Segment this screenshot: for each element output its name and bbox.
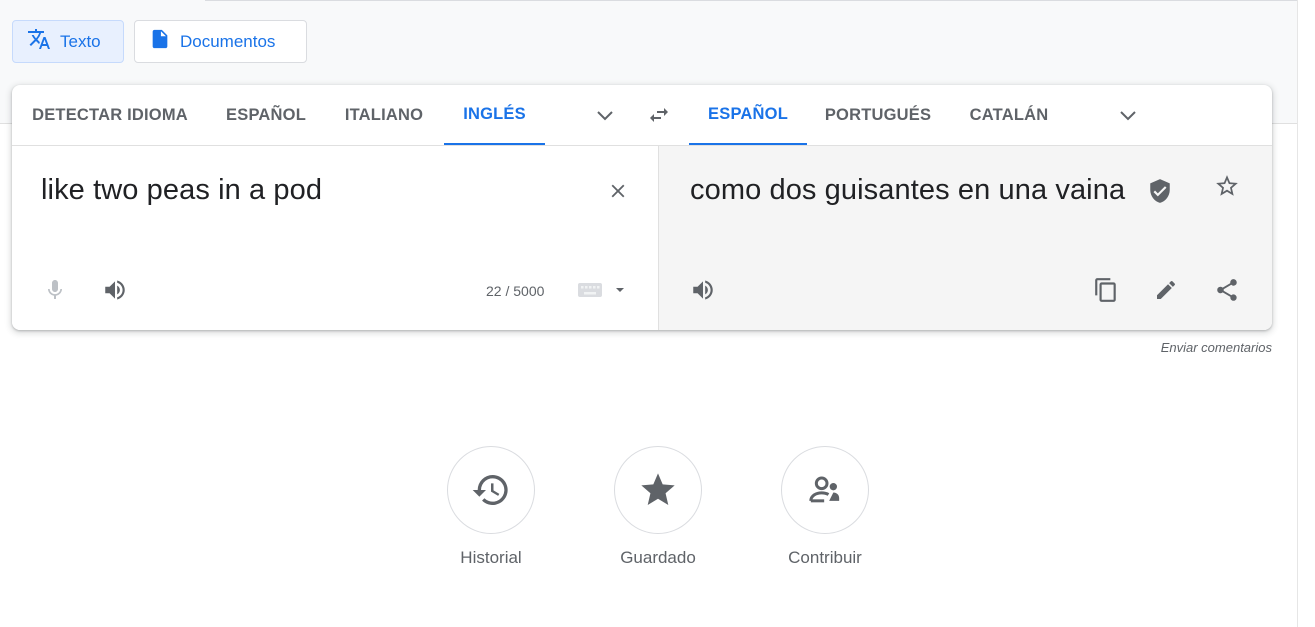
dropdown-arrow-icon: [616, 288, 624, 292]
source-pane[interactable]: like two peas in a pod 22 / 5000: [12, 146, 658, 330]
close-icon: [611, 184, 625, 198]
language-bar: DETECTAR IDIOMA ESPAÑOL ITALIANO INGLÉS …: [12, 85, 1272, 146]
target-lang-portuguese[interactable]: PORTUGUÉS: [807, 85, 949, 145]
translate-icon: [27, 27, 51, 56]
translation-card: DETECTAR IDIOMA ESPAÑOL ITALIANO INGLÉS …: [12, 85, 1272, 330]
source-lang-detect[interactable]: DETECTAR IDIOMA: [12, 85, 208, 145]
verified-shield-icon: [1150, 179, 1170, 203]
target-listen-button[interactable]: [683, 270, 723, 310]
translated-text: como dos guisantes en una vaina: [690, 174, 1126, 206]
share-translation-button[interactable]: [1207, 270, 1247, 310]
history-label: Historial: [460, 548, 522, 567]
input-tools-dropdown-button[interactable]: [608, 270, 632, 310]
source-lang-italian[interactable]: ITALIANO: [324, 85, 444, 145]
history-button[interactable]: [447, 446, 535, 534]
target-lang-spanish[interactable]: ESPAÑOL: [689, 85, 807, 145]
translate-page: Texto Documentos DETECTAR IDIOMA ESPAÑOL…: [0, 0, 1315, 627]
swap-languages-button[interactable]: [639, 95, 679, 135]
text-mode-label: Texto: [60, 31, 101, 51]
document-icon: [149, 28, 171, 55]
character-count: 22 / 5000: [486, 283, 545, 299]
contribute-label: Contribuir: [788, 548, 862, 567]
history-shortcut[interactable]: Historial: [441, 446, 541, 568]
chevron-down-icon: [597, 111, 613, 121]
clear-source-button[interactable]: [598, 171, 638, 211]
save-translation-button[interactable]: [1207, 166, 1247, 206]
source-text-input[interactable]: like two peas in a pod: [41, 174, 322, 207]
documents-mode-label: Documentos: [180, 31, 276, 51]
saved-shortcut[interactable]: Guardado: [608, 446, 708, 568]
saved-button[interactable]: [614, 446, 702, 534]
star-icon: [641, 473, 675, 505]
contribute-shortcut[interactable]: Contribuir: [775, 446, 875, 568]
swap-icon: [650, 108, 668, 122]
documents-mode-button[interactable]: Documentos: [134, 20, 307, 63]
speaker-icon: [105, 280, 125, 300]
star-outline-icon: [1216, 175, 1238, 196]
chevron-down-icon: [1120, 111, 1136, 121]
saved-label: Guardado: [620, 548, 696, 567]
source-more-languages-button[interactable]: [585, 95, 625, 135]
target-more-languages-button[interactable]: [1108, 95, 1148, 135]
speaker-icon: [693, 280, 713, 300]
source-listen-button[interactable]: [95, 270, 135, 310]
source-lang-spanish[interactable]: ESPAÑOL: [208, 85, 324, 145]
voice-input-button[interactable]: [35, 270, 75, 310]
share-icon: [1217, 279, 1237, 301]
keyboard-button[interactable]: [570, 270, 610, 310]
contribute-button[interactable]: [781, 446, 869, 534]
contribute-icon: [809, 476, 840, 503]
copy-translation-button[interactable]: [1086, 270, 1126, 310]
source-lang-english[interactable]: INGLÉS: [444, 85, 545, 145]
target-lang-catalan[interactable]: CATALÁN: [949, 85, 1069, 145]
text-mode-button[interactable]: Texto: [12, 20, 124, 63]
verified-translation-badge[interactable]: [1140, 171, 1180, 211]
send-feedback-link[interactable]: Enviar comentarios: [1161, 340, 1272, 355]
target-pane: como dos guisantes en una vaina: [658, 146, 1272, 330]
pencil-icon: [1157, 280, 1176, 299]
mic-icon: [48, 280, 62, 299]
suggest-edit-button[interactable]: [1146, 270, 1186, 310]
copy-icon: [1095, 278, 1116, 302]
vertical-scrollbar[interactable]: [1297, 0, 1315, 627]
history-icon: [472, 475, 508, 505]
keyboard-icon: [578, 283, 602, 297]
header-line: [205, 0, 1298, 1]
